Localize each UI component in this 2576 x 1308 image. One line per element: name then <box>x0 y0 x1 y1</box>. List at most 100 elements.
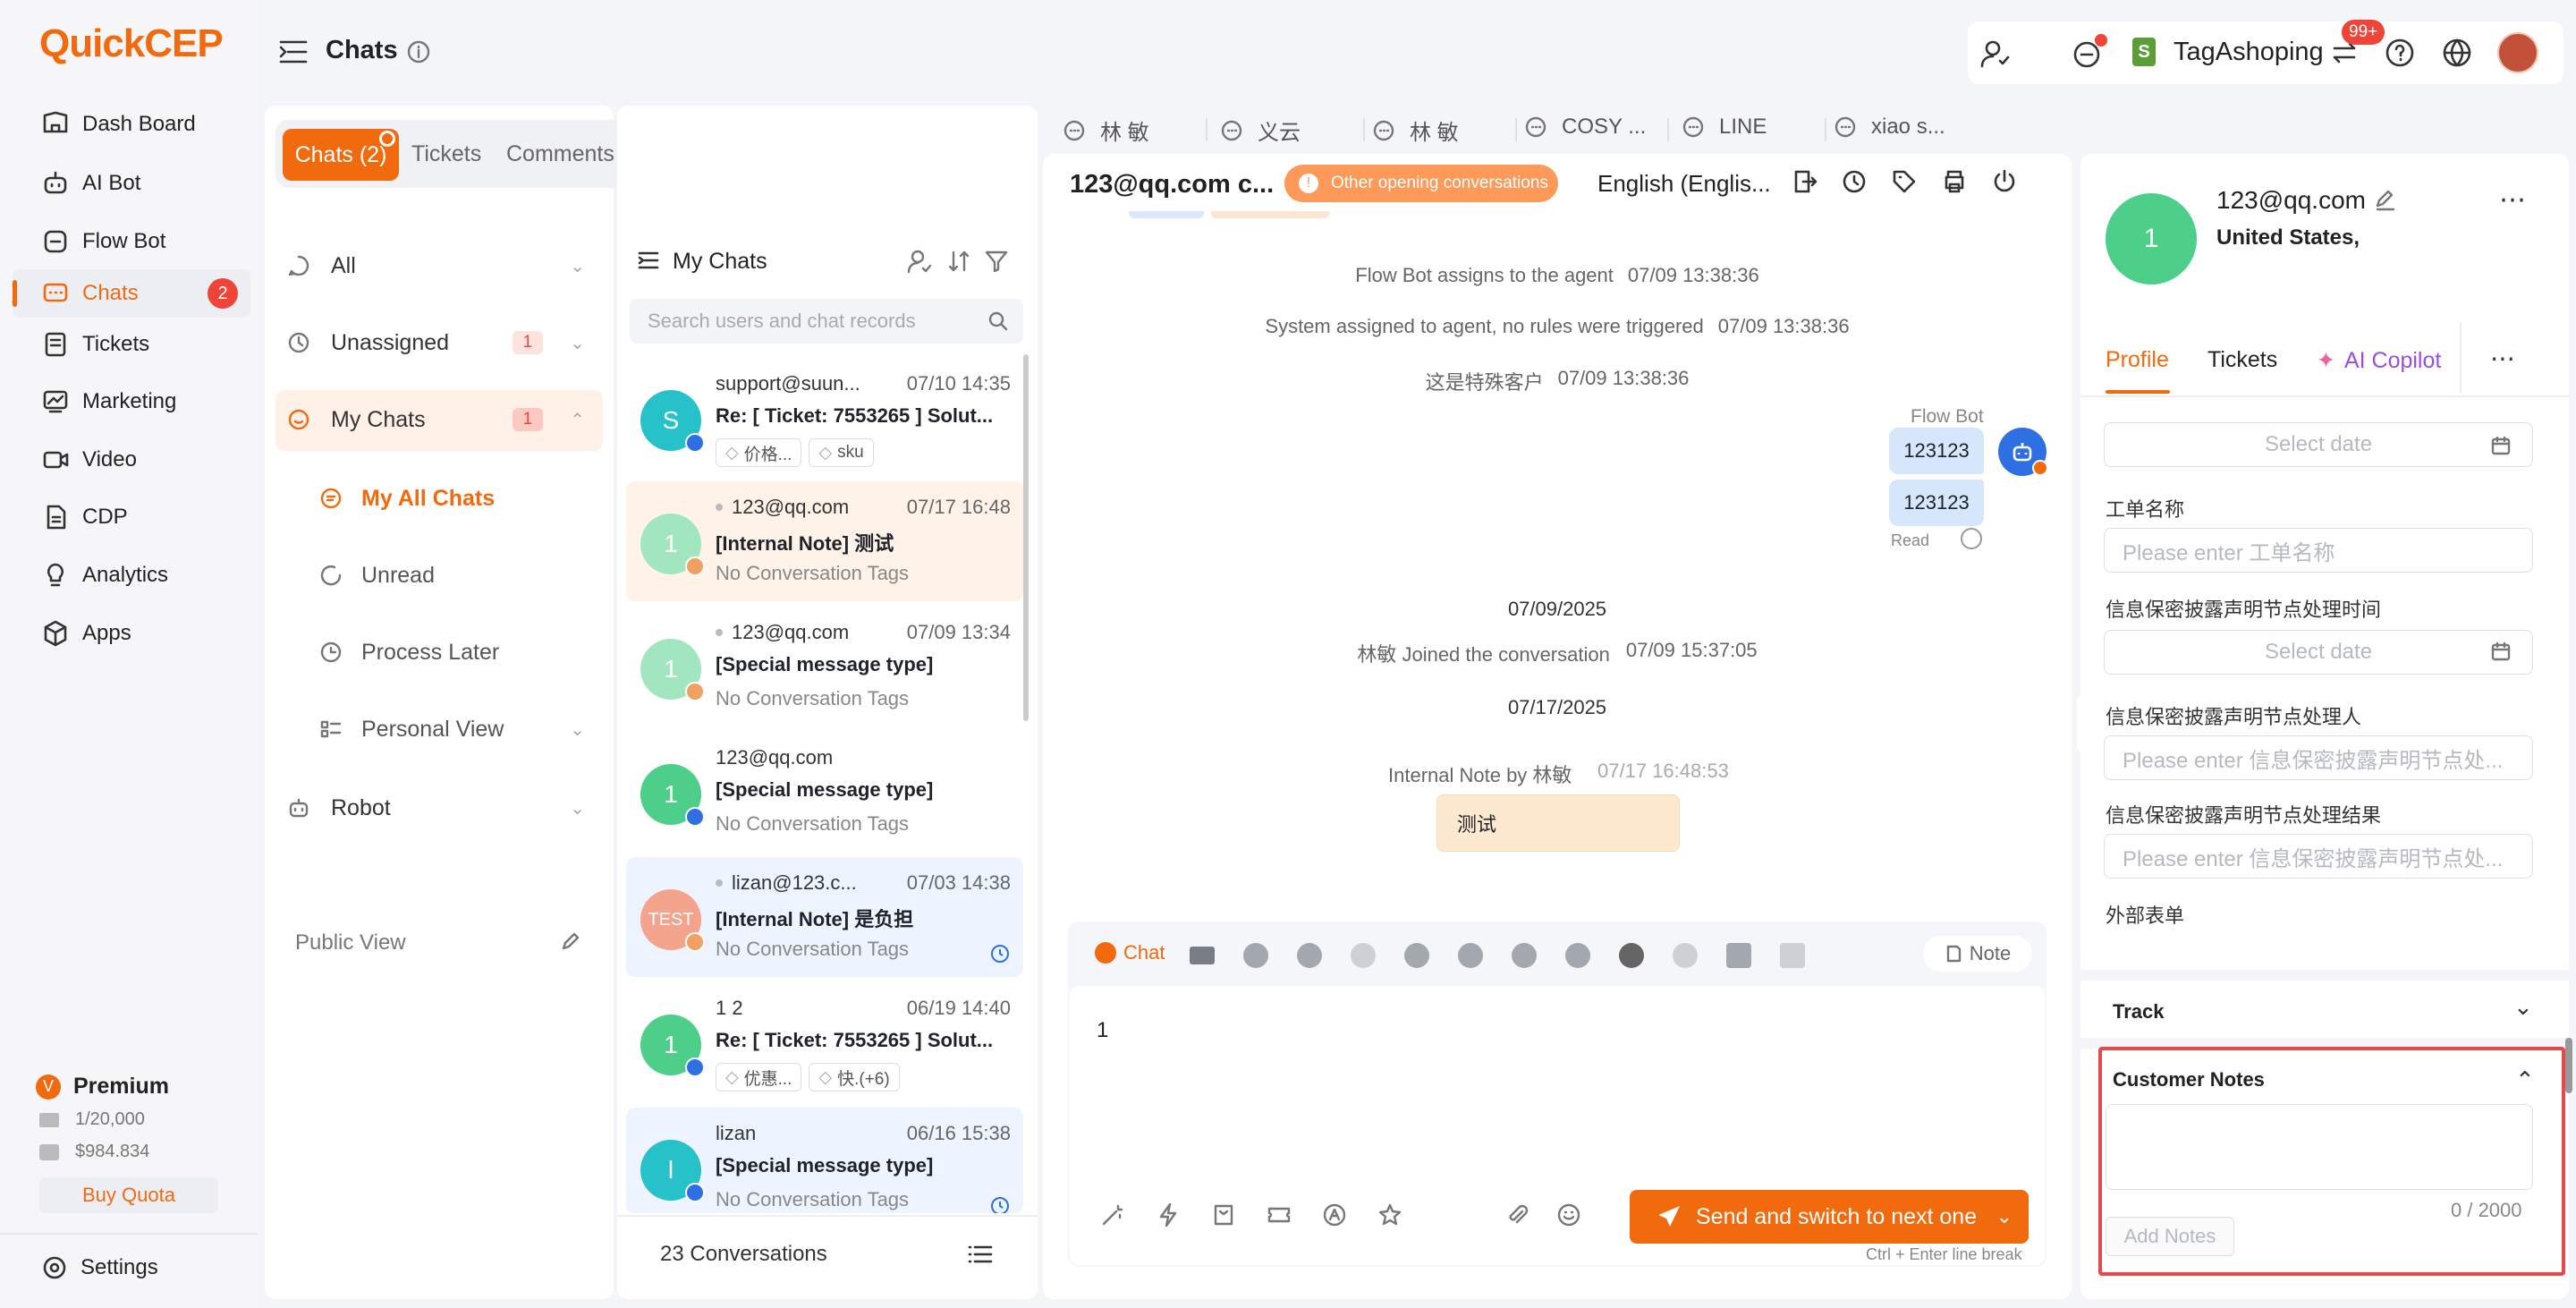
attachment-icon[interactable] <box>1504 1202 1530 1227</box>
help-icon[interactable] <box>2385 38 2415 68</box>
chevron-down-icon[interactable]: ⌄ <box>1996 1205 2012 1228</box>
email-icon[interactable] <box>1190 947 1215 964</box>
note-toggle[interactable]: Note <box>1923 936 2032 972</box>
language-globe-icon[interactable] <box>2442 38 2472 68</box>
agent-status-icon[interactable] <box>1979 38 2011 70</box>
chat-list-item[interactable]: 1 123@qq.com [Special message type] No C… <box>626 732 1023 852</box>
conversation-tab[interactable]: COSY ... <box>1524 115 1646 140</box>
tab-tickets-profile[interactable]: Tickets <box>2207 347 2277 373</box>
filter-robot[interactable]: Robot ⌄ <box>286 778 585 837</box>
instagram-icon[interactable] <box>1512 943 1537 968</box>
bookmark-icon[interactable] <box>1211 1202 1236 1227</box>
sidebar-item-analytics[interactable]: Analytics <box>13 551 250 599</box>
sms-icon[interactable] <box>1619 943 1644 968</box>
more-icon[interactable]: ⋯ <box>2499 184 2526 216</box>
chat-list-item[interactable]: 1 123@qq.com 07/17 16:48 [Internal Note]… <box>626 481 1023 601</box>
tag-icon[interactable] <box>1891 168 1918 195</box>
notification-icon[interactable] <box>2072 34 2107 70</box>
filter-funnel-icon[interactable] <box>984 249 1009 274</box>
conversation-tab[interactable]: xiao s... <box>1834 115 1945 140</box>
sort-icon[interactable] <box>946 249 971 274</box>
chevron-up-icon[interactable]: ⌃ <box>2515 1066 2535 1094</box>
line-icon[interactable] <box>1297 943 1322 968</box>
sidebar-toggle-icon[interactable] <box>277 36 309 68</box>
sms-channel-icon[interactable] <box>1351 943 1376 968</box>
sidebar-item-tickets[interactable]: Tickets <box>13 320 250 369</box>
date-picker[interactable]: Select date <box>2104 630 2533 675</box>
conversation-title[interactable]: 123@qq.com c... <box>1070 170 1274 200</box>
conversation-tab[interactable]: 林 敏 <box>1063 115 1149 146</box>
lazada-icon[interactable] <box>1673 943 1698 968</box>
sidebar-item-apps[interactable]: Apps <box>13 609 250 658</box>
lightning-icon[interactable] <box>1156 1202 1181 1227</box>
filter-unassigned[interactable]: Unassigned 1 ⌄ <box>286 313 585 372</box>
ebay-icon[interactable] <box>1780 943 1805 968</box>
buy-quota-button[interactable]: Buy Quota <box>39 1177 218 1213</box>
translate-icon[interactable] <box>1322 1202 1347 1227</box>
calendar-icon[interactable] <box>2490 641 2512 662</box>
chat-list-item[interactable]: 1 1 2 06/19 14:40 Re: [ Ticket: 7553265 … <box>626 982 1023 1102</box>
language-select[interactable]: English (Englis... <box>1597 170 1771 198</box>
edit-icon[interactable] <box>560 930 581 952</box>
emoji-icon[interactable] <box>1556 1202 1581 1227</box>
whatsapp-icon[interactable] <box>1243 943 1268 968</box>
more-tabs-icon[interactable]: ⋯ <box>2490 344 2515 373</box>
profile-scrollbar[interactable] <box>2565 1038 2572 1093</box>
filter-all[interactable]: All ⌄ <box>286 236 585 295</box>
date-picker[interactable]: Select date <box>2104 422 2533 467</box>
coupon-icon[interactable] <box>1267 1202 1292 1227</box>
sidebar-item-cdp[interactable]: CDP <box>13 493 250 541</box>
user-avatar[interactable] <box>2497 32 2538 73</box>
store-name[interactable]: TagAshoping <box>2174 38 2324 67</box>
chat-list-item[interactable]: TEST lizan@123.c... 07/03 14:38 [Interna… <box>626 857 1023 977</box>
calendar-icon[interactable] <box>2490 435 2512 456</box>
tab-profile[interactable]: Profile <box>2106 347 2169 373</box>
sidebar-item-video[interactable]: Video <box>13 436 250 484</box>
power-icon[interactable] <box>1991 168 2018 195</box>
star-icon[interactable] <box>1377 1202 1402 1227</box>
filter-my-all-chats[interactable]: My All Chats <box>318 469 495 528</box>
handler-input[interactable]: Please enter 信息保密披露声明节点处... <box>2104 735 2533 780</box>
tab-tickets[interactable]: Tickets <box>411 141 481 167</box>
sidebar-item-flow-bot[interactable]: Flow Bot <box>13 217 250 266</box>
chat-list-scrollbar[interactable] <box>1023 354 1029 721</box>
info-icon[interactable] <box>406 39 431 64</box>
result-input[interactable]: Please enter 信息保密披露声明节点处... <box>2104 834 2533 879</box>
send-button[interactable]: Send and switch to next one ⌄ <box>1630 1190 2029 1244</box>
edit-icon[interactable] <box>2374 188 2397 211</box>
list-icon[interactable] <box>968 1242 993 1267</box>
filter-personal-view[interactable]: Personal View ⌄ <box>318 700 585 759</box>
other-conversations-notice[interactable]: ! Other opening conversations <box>1284 165 1558 202</box>
sidebar-item-dash-board[interactable]: Dash Board <box>13 100 250 149</box>
conversation-tab[interactable]: LINE <box>1682 115 1767 140</box>
customer-notes-title[interactable]: Customer Notes <box>2113 1068 2265 1091</box>
messenger-icon[interactable] <box>1458 943 1483 968</box>
assign-user-icon[interactable] <box>907 249 932 274</box>
tab-ai-copilot[interactable]: ✦ AI Copilot <box>2317 347 2441 374</box>
ticket-name-input[interactable]: Please enter 工单名称 <box>2104 528 2533 573</box>
menu-collapse-icon[interactable] <box>637 249 660 272</box>
add-notes-button[interactable]: Add Notes <box>2106 1217 2234 1256</box>
settings-link[interactable]: Settings <box>41 1254 158 1281</box>
chat-list-item[interactable]: l lizan 06/16 15:38 [Special message typ… <box>626 1108 1023 1213</box>
chat-list-item[interactable]: S support@suun... 07/10 14:35 Re: [ Tick… <box>626 358 1023 478</box>
conversation-tab[interactable]: 义云 <box>1220 115 1301 146</box>
tab-comments[interactable]: Comments <box>506 141 614 167</box>
sidebar-item-chats[interactable]: Chats 2 <box>13 269 250 318</box>
chevron-down-icon[interactable]: ⌄ <box>2513 993 2533 1021</box>
transfer-icon[interactable] <box>1791 168 1818 195</box>
translate-icon[interactable] <box>1961 528 1982 549</box>
sidebar-item-ai-bot[interactable]: AI Bot <box>13 159 250 208</box>
magic-wand-icon[interactable] <box>1100 1202 1125 1227</box>
sidebar-item-marketing[interactable]: Marketing <box>13 378 250 426</box>
search-input[interactable]: Search users and chat records <box>630 299 1023 344</box>
filter-process-later[interactable]: Process Later <box>318 623 499 682</box>
chat-list-item[interactable]: 1 123@qq.com 07/09 13:34 [Special messag… <box>626 607 1023 726</box>
filter-my-chats[interactable]: My Chats 1 ⌃ <box>286 390 585 449</box>
track-section-title[interactable]: Track <box>2113 1000 2165 1023</box>
amazon-icon[interactable] <box>1565 943 1590 968</box>
channel-chat-tab[interactable]: Chat <box>1095 941 1165 964</box>
history-icon[interactable] <box>1841 168 1868 195</box>
print-icon[interactable] <box>1941 168 1968 195</box>
customer-notes-textarea[interactable] <box>2106 1104 2533 1190</box>
